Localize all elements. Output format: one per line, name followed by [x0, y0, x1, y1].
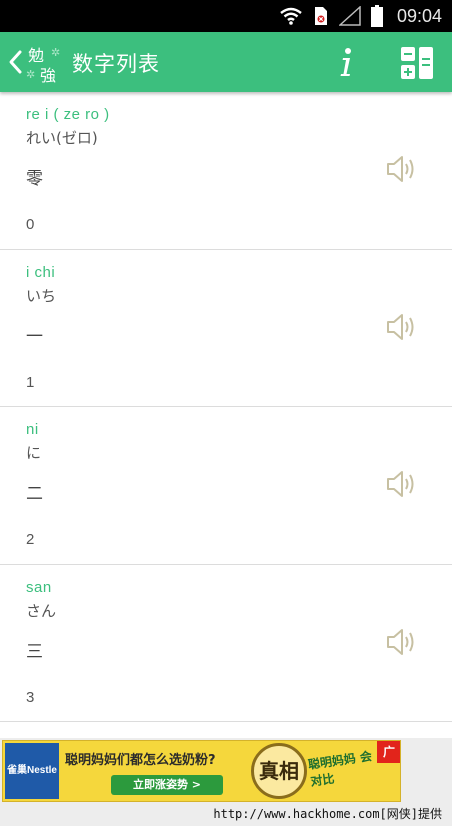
signal-icon — [338, 6, 361, 26]
list-item[interactable]: i chi いち 一 1 — [0, 250, 452, 407]
page-title: 数字列表 — [72, 52, 160, 76]
status-bar: 09:04 — [0, 0, 452, 32]
footer: http://www.hackhome.com[网侠]提供 — [0, 804, 452, 826]
ad-area: 雀巢Nestle 聪明妈妈们都怎么选奶粉? 立即涨姿势 > 真相 聪明妈妈 会对… — [0, 738, 452, 804]
sim-icon — [314, 7, 327, 25]
romaji-reading: san — [26, 578, 52, 596]
ad-corner-label: 广 — [377, 741, 400, 763]
app-bar: 勉 ✲ ✲ 強 数字列表 — [0, 32, 452, 92]
back-chevron-icon[interactable] — [6, 48, 26, 76]
speaker-icon[interactable] — [384, 152, 418, 186]
kanji-character: 一 — [26, 326, 43, 347]
logo-star-icon: ✲ — [26, 68, 36, 81]
arabic-numeral: 0 — [26, 216, 35, 233]
logo-star-icon: ✲ — [51, 46, 61, 59]
kana-reading: いち — [26, 286, 57, 305]
number-list: re i ( ze ro ) れい(ゼロ) 零 0 i chi いち 一 1 n… — [0, 92, 452, 738]
app-logo: 勉 ✲ ✲ 強 — [26, 42, 66, 86]
list-item[interactable]: san さん 三 3 — [0, 565, 452, 722]
kanji-character: 零 — [26, 169, 43, 189]
watermark: http://www.hackhome.com[网侠]提供 — [213, 807, 442, 821]
kana-reading: に — [26, 444, 42, 462]
calculator-icon[interactable] — [400, 46, 434, 80]
romaji-reading: ni — [26, 421, 39, 438]
wifi-icon — [280, 7, 302, 25]
list-item[interactable]: re i ( ze ro ) れい(ゼロ) 零 0 — [0, 92, 452, 250]
ad-side-text: 聪明妈妈 会对比 — [307, 749, 373, 789]
ad-banner[interactable]: 雀巢Nestle 聪明妈妈们都怎么选奶粉? 立即涨姿势 > 真相 聪明妈妈 会对… — [2, 740, 401, 802]
kanji-character: 三 — [26, 641, 43, 662]
kana-reading: れい(ゼロ) — [26, 129, 98, 147]
ad-badge: 真相 — [251, 743, 307, 799]
romaji-reading: re i ( ze ro ) — [26, 106, 110, 123]
logo-char-2: 強 — [40, 66, 57, 85]
status-time: 09:04 — [396, 5, 442, 26]
battery-icon — [370, 5, 383, 27]
app-screen: 09:04 勉 ✲ ✲ 強 数字列表 re i (ze ro) れい(ゼロ)… — [0, 0, 452, 826]
status-icons: 09:04 — [279, 4, 442, 28]
arabic-numeral: 1 — [26, 373, 35, 391]
list-item[interactable]: ni に 二 2 — [0, 407, 452, 565]
info-icon[interactable] — [334, 44, 358, 80]
ad-cta-button[interactable]: 立即涨姿势 > — [111, 775, 223, 795]
speaker-icon[interactable] — [384, 467, 418, 501]
speaker-icon[interactable] — [384, 310, 418, 344]
kana-reading: さん — [26, 601, 57, 620]
ad-brand-logo: 雀巢Nestle — [5, 743, 59, 799]
speaker-icon[interactable] — [384, 625, 418, 659]
ad-headline: 聪明妈妈们都怎么选奶粉? — [65, 753, 216, 768]
romaji-reading: i chi — [26, 263, 56, 281]
arabic-numeral: 3 — [26, 688, 35, 706]
arabic-numeral: 2 — [26, 531, 35, 548]
kanji-character: 二 — [26, 484, 43, 504]
